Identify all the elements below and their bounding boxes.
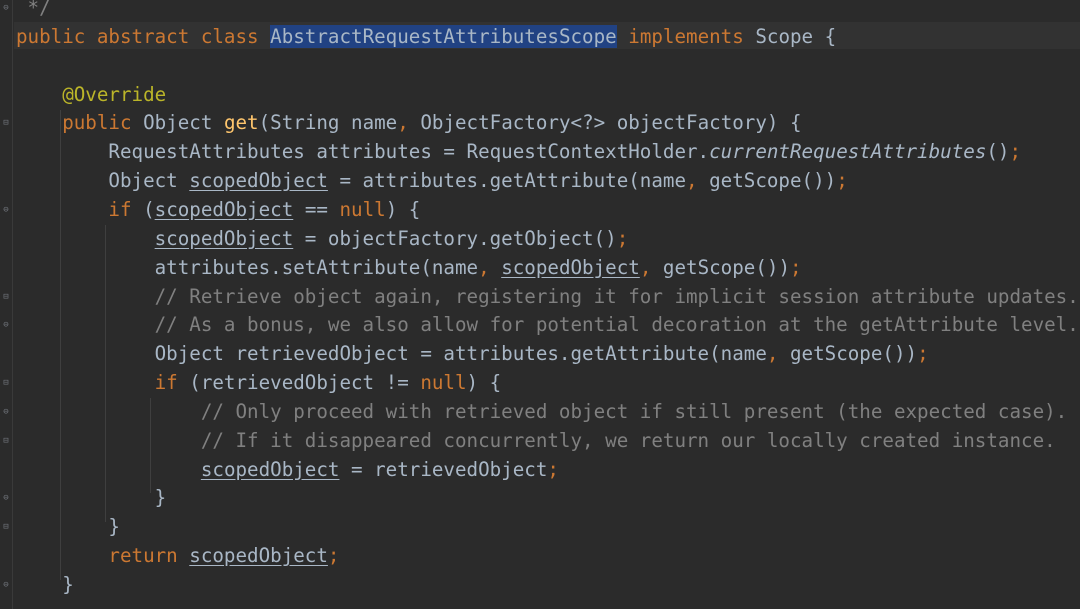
code-line[interactable]: RequestAttributes attributes = RequestCo… bbox=[16, 138, 1021, 166]
code-token: = retrievedObject bbox=[339, 457, 548, 481]
code-token: ; bbox=[790, 255, 802, 279]
variable-token: scopedObject bbox=[189, 169, 328, 193]
code-token: getScope()) bbox=[709, 169, 837, 193]
code-line[interactable]: Object retrievedObject = attributes.getA… bbox=[16, 340, 929, 368]
code-token: implements bbox=[616, 24, 756, 48]
code-token: Object retrievedObject = attributes.getA… bbox=[16, 342, 767, 366]
code-line[interactable]: if (retrievedObject != null) { bbox=[16, 369, 502, 397]
code-token: getScope()) bbox=[789, 342, 918, 366]
code-token: Object bbox=[143, 111, 224, 135]
code-line[interactable]: scopedObject = objectFactory.getObject()… bbox=[16, 225, 629, 253]
comment-token: // Retrieve object again, registering it… bbox=[16, 284, 1079, 308]
code-token: if bbox=[16, 371, 190, 395]
variable-token: scopedObject bbox=[501, 255, 640, 279]
code-line[interactable]: attributes.setAttribute(name, scopedObje… bbox=[16, 254, 802, 282]
code-token: Scope { bbox=[755, 24, 837, 48]
code-line[interactable]: Object scopedObject = attributes.getAttr… bbox=[16, 167, 848, 195]
fold-close-icon[interactable]: ⊖ bbox=[1, 3, 11, 13]
code-line[interactable]: } bbox=[16, 571, 74, 599]
code-token: ; bbox=[547, 457, 559, 481]
code-token: return bbox=[16, 544, 190, 568]
code-token: if bbox=[16, 197, 144, 221]
code-token: public abstract class bbox=[16, 24, 271, 48]
code-token: (retrievedObject != bbox=[189, 371, 421, 395]
fold-open-icon[interactable]: ⊟ bbox=[1, 292, 11, 302]
code-line[interactable]: return scopedObject; bbox=[16, 542, 339, 570]
code-line[interactable]: if (scopedObject == null) { bbox=[16, 196, 420, 224]
code-line[interactable]: // If it disappeared concurrently, we re… bbox=[16, 427, 1056, 455]
code-token: ; bbox=[1009, 140, 1022, 164]
variable-token: scopedObject bbox=[189, 544, 328, 568]
fold-close-icon[interactable]: ⊖ bbox=[1, 580, 11, 590]
code-line[interactable]: // As a bonus, we also allow for potenti… bbox=[16, 311, 1079, 339]
code-token: ; bbox=[616, 226, 629, 250]
code-line[interactable]: // Retrieve object again, registering it… bbox=[16, 283, 1079, 311]
code-token: null bbox=[339, 197, 386, 221]
gutter-divider bbox=[12, 0, 13, 609]
code-token: ( bbox=[143, 197, 155, 221]
fold-open-icon[interactable]: ⊟ bbox=[1, 378, 11, 388]
code-line[interactable]: scopedObject = retrievedObject; bbox=[16, 456, 559, 484]
code-token: = attributes.getAttribute(name bbox=[327, 169, 687, 193]
code-token: currentRequestAttributes bbox=[709, 140, 987, 164]
code-token: @Override bbox=[16, 82, 167, 106]
code-token: ; bbox=[327, 544, 340, 568]
code-token: } bbox=[16, 573, 74, 596]
code-line[interactable]: public Object get(String name, ObjectFac… bbox=[16, 109, 802, 137]
selected-token: AbstractRequestAttributesScope bbox=[270, 24, 617, 48]
variable-token: scopedObject bbox=[154, 226, 294, 250]
fold-open-icon[interactable]: ⊟ bbox=[1, 522, 11, 532]
code-line[interactable]: */ bbox=[16, 0, 51, 22]
fold-close-icon[interactable]: ⊖ bbox=[1, 407, 11, 417]
code-line[interactable]: @Override bbox=[16, 81, 166, 109]
fold-open-icon[interactable]: ⊟ bbox=[1, 118, 11, 128]
code-token: RequestAttributes attributes = RequestCo… bbox=[16, 140, 710, 164]
code-token: attributes.setAttribute(name bbox=[16, 255, 479, 279]
code-token: } bbox=[16, 486, 167, 510]
code-token: , bbox=[639, 255, 663, 279]
code-token: (String name bbox=[258, 111, 398, 135]
code-token: get bbox=[223, 111, 259, 135]
fold-close-icon[interactable]: ⊖ bbox=[1, 205, 11, 215]
comment-token: // As a bonus, we also allow for potenti… bbox=[16, 313, 1079, 337]
variable-token: scopedObject bbox=[200, 457, 340, 481]
code-token: Object bbox=[16, 169, 190, 193]
code-token: () bbox=[986, 140, 1010, 164]
code-line[interactable]: public abstract class AbstractRequestAtt… bbox=[16, 23, 836, 51]
code-token: ) { bbox=[385, 197, 421, 221]
code-token: ObjectFactory<?> objectFactory) { bbox=[420, 111, 802, 135]
code-token: , bbox=[397, 111, 421, 135]
code-token: , bbox=[766, 342, 790, 366]
fold-close-icon[interactable]: ⊖ bbox=[1, 493, 11, 503]
fold-close-icon[interactable]: ⊖ bbox=[1, 320, 11, 330]
code-token: } bbox=[16, 515, 120, 539]
comment-token: // Only proceed with retrieved object if… bbox=[16, 399, 1068, 423]
code-token: ; bbox=[917, 342, 929, 366]
code-token: null bbox=[420, 371, 467, 395]
variable-token: scopedObject bbox=[154, 197, 294, 221]
code-token: public bbox=[16, 111, 144, 135]
code-line[interactable]: } bbox=[16, 513, 120, 541]
fold-open-icon[interactable]: ⊟ bbox=[1, 436, 11, 446]
comment-token: */ bbox=[16, 0, 51, 19]
comment-token: // If it disappeared concurrently, we re… bbox=[16, 428, 1056, 452]
code-token: getScope()) bbox=[662, 255, 790, 279]
code-editor[interactable]: ⊖ ⊟ ⊖ ⊟ ⊖ ⊟ ⊖ ⊟ ⊖ ⊟ ⊖ */ public abstract class Abst… bbox=[0, 0, 1080, 609]
code-token: , bbox=[686, 169, 710, 193]
code-token: == bbox=[293, 197, 340, 221]
code-token: ; bbox=[836, 169, 848, 193]
code-line[interactable]: // Only proceed with retrieved object if… bbox=[16, 398, 1067, 426]
code-token: , bbox=[478, 255, 502, 279]
code-line[interactable]: } bbox=[16, 484, 167, 512]
code-token: = objectFactory.getObject() bbox=[293, 226, 617, 250]
code-token: ) { bbox=[466, 371, 502, 395]
